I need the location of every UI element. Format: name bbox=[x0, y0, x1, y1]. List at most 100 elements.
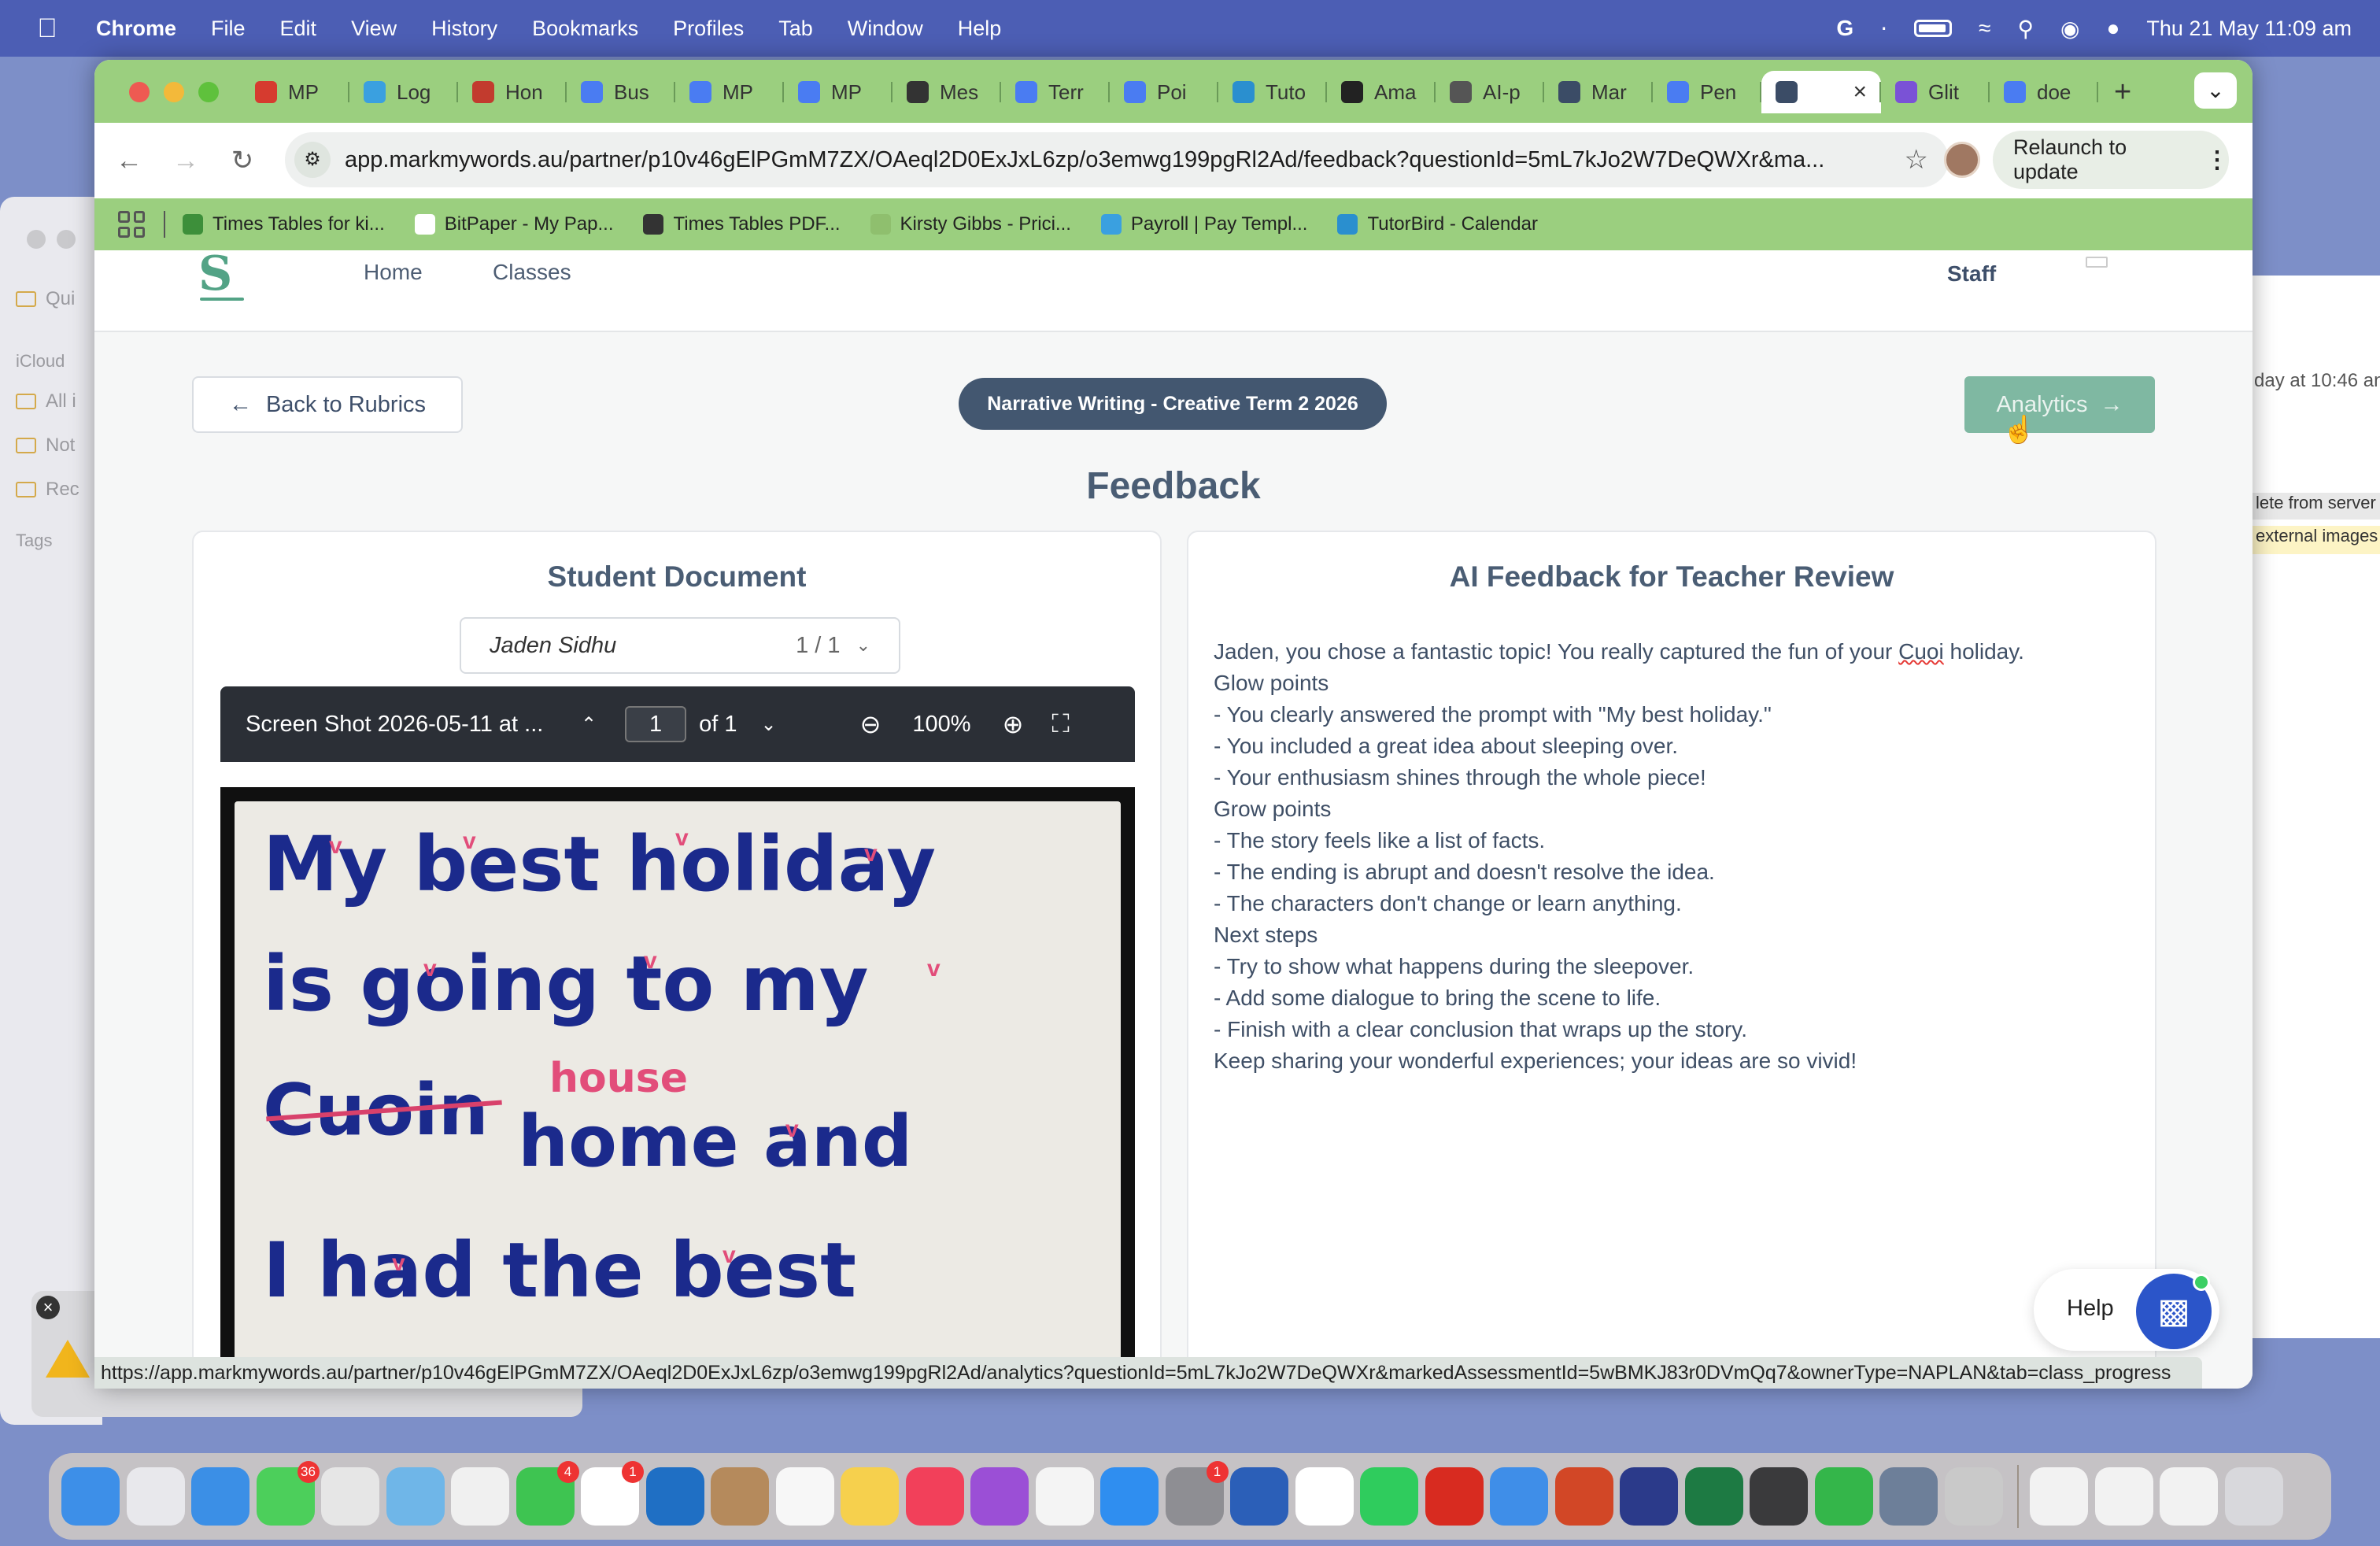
recent-window-1-icon[interactable] bbox=[2030, 1467, 2088, 1526]
menu-history[interactable]: History bbox=[431, 17, 497, 41]
recent-window-2-icon[interactable] bbox=[2094, 1467, 2153, 1526]
address-url[interactable]: app.markmywords.au/partner/p10v46gElPGmM… bbox=[345, 147, 1856, 173]
browser-tab[interactable]: Mar bbox=[1544, 71, 1653, 113]
app-store-icon[interactable] bbox=[1100, 1467, 1159, 1526]
zoom-in-icon[interactable]: ⊕ bbox=[1003, 709, 1024, 739]
preview-icon[interactable] bbox=[1879, 1467, 1938, 1526]
finder-icon[interactable] bbox=[61, 1467, 120, 1526]
whatsapp-icon[interactable] bbox=[1360, 1467, 1418, 1526]
calendar-icon[interactable]: 1 bbox=[581, 1461, 644, 1526]
bluetooth-icon[interactable]: ⋅ bbox=[1880, 16, 1887, 42]
ai-feedback-text[interactable]: Jaden, you chose a fantastic topic! You … bbox=[1214, 636, 2127, 1077]
menu-file[interactable]: File bbox=[211, 17, 246, 41]
menu-view[interactable]: View bbox=[351, 17, 397, 41]
user-avatar-broken-image[interactable] bbox=[2086, 257, 2108, 268]
nav-staff-link[interactable]: Staff bbox=[1947, 261, 1996, 287]
browser-tab[interactable]: Pen bbox=[1653, 71, 1761, 113]
battery-icon[interactable] bbox=[1914, 20, 1953, 37]
maps-icon[interactable] bbox=[386, 1467, 445, 1526]
new-tab-plus-icon[interactable]: + bbox=[2114, 76, 2131, 109]
menu-datetime[interactable]: Thu 21 May 11:09 am bbox=[2146, 17, 2352, 41]
notes-folder-notes[interactable]: Not bbox=[16, 435, 75, 457]
apple-icon[interactable]:  bbox=[30, 13, 65, 44]
pdf-document-area[interactable]: My best holiday is going to my Cuoin hou… bbox=[220, 762, 1135, 1389]
launchpad-icon[interactable] bbox=[126, 1467, 185, 1526]
google-calendar-icon[interactable] bbox=[1295, 1467, 1354, 1526]
menu-profiles[interactable]: Profiles bbox=[673, 17, 744, 41]
browser-tab[interactable]: Poi bbox=[1110, 71, 1218, 113]
notes-folder-all[interactable]: All i bbox=[16, 390, 76, 412]
menu-window[interactable]: Window bbox=[848, 17, 923, 41]
word-icon[interactable] bbox=[1230, 1467, 1288, 1526]
excel-icon[interactable] bbox=[1684, 1467, 1743, 1526]
bookmark-item[interactable]: Times Tables PDF... bbox=[643, 213, 841, 235]
wifi-icon[interactable]: ≈ bbox=[1979, 16, 1990, 41]
music-icon[interactable] bbox=[905, 1467, 964, 1526]
photos-icon[interactable] bbox=[451, 1467, 509, 1526]
trash-icon[interactable] bbox=[2224, 1467, 2283, 1526]
notes-icon[interactable] bbox=[841, 1467, 899, 1526]
podcasts-icon[interactable] bbox=[970, 1467, 1029, 1526]
nav-classes-link[interactable]: Classes bbox=[493, 260, 571, 285]
page-number-input[interactable]: 1 bbox=[625, 706, 687, 742]
browser-tab[interactable]: Hon bbox=[458, 71, 567, 113]
previous-page-chevron-icon[interactable]: ⌃ bbox=[581, 713, 597, 736]
analytics-button[interactable]: Analytics → bbox=[1964, 376, 2155, 433]
address-bar[interactable]: ⚙ app.markmywords.au/partner/p10v46gElPG… bbox=[285, 132, 1949, 187]
numbers-icon[interactable] bbox=[1814, 1467, 1873, 1526]
fullscreen-window-icon[interactable] bbox=[198, 82, 219, 102]
mail-icon[interactable] bbox=[1490, 1467, 1548, 1526]
browser-tab[interactable]: Tuto bbox=[1218, 71, 1327, 113]
nav-home-link[interactable]: Home bbox=[364, 260, 423, 285]
browser-tab[interactable]: Mes bbox=[893, 71, 1001, 113]
menu-edit[interactable]: Edit bbox=[280, 17, 317, 41]
grammarly-icon[interactable] bbox=[1620, 1467, 1678, 1526]
acrobat-icon[interactable] bbox=[1425, 1467, 1484, 1526]
bookmark-item[interactable]: Times Tables for ki... bbox=[183, 213, 385, 235]
bookmark-item[interactable]: TutorBird - Calendar bbox=[1337, 213, 1538, 235]
safari-icon[interactable] bbox=[191, 1467, 249, 1526]
system-settings-icon[interactable]: 1 bbox=[1165, 1461, 1229, 1526]
spelling-flagged-word[interactable]: Cuoi bbox=[1898, 639, 1944, 664]
spotlight-search-icon[interactable]: ⚲ bbox=[2017, 16, 2034, 42]
outlook-icon[interactable] bbox=[645, 1467, 704, 1526]
news-icon[interactable] bbox=[1035, 1467, 1094, 1526]
next-page-chevron-icon[interactable]: ⌄ bbox=[760, 713, 776, 736]
bookmark-item[interactable]: Kirsty Gibbs - Prici... bbox=[870, 213, 1071, 235]
student-selector-dropdown[interactable]: Jaden Sidhu 1 / 1 ⌄ bbox=[460, 617, 900, 674]
browser-tab[interactable]: Glit bbox=[1881, 71, 1990, 113]
reminders-icon[interactable] bbox=[775, 1467, 834, 1526]
reload-icon[interactable]: ↻ bbox=[214, 145, 271, 176]
browser-tab[interactable]: AI-p bbox=[1436, 71, 1544, 113]
profile-avatar[interactable] bbox=[1944, 142, 1980, 178]
app-logo[interactable]: S bbox=[198, 250, 245, 301]
menu-bookmarks[interactable]: Bookmarks bbox=[532, 17, 638, 41]
browser-tab-active[interactable]: × bbox=[1761, 71, 1881, 113]
bookmark-item[interactable]: Payroll | Pay Templ... bbox=[1100, 213, 1307, 235]
back-arrow-icon[interactable]: ← bbox=[101, 146, 157, 176]
browser-tab[interactable]: Log bbox=[349, 71, 458, 113]
browser-tab[interactable]: MP bbox=[784, 71, 893, 113]
contacts-icon[interactable] bbox=[711, 1467, 769, 1526]
menu-tab[interactable]: Tab bbox=[778, 17, 813, 41]
menu-help[interactable]: Help bbox=[958, 17, 1002, 41]
browser-tab[interactable]: doe bbox=[1990, 71, 2098, 113]
zoom-out-icon[interactable]: ⊖ bbox=[860, 709, 881, 739]
powerpoint-icon[interactable] bbox=[1554, 1467, 1613, 1526]
chrome-icon[interactable] bbox=[321, 1467, 379, 1526]
recent-window-3-icon[interactable] bbox=[2160, 1467, 2218, 1526]
fullscreen-icon[interactable]: ⛶ bbox=[1051, 709, 1069, 739]
site-info-icon[interactable]: ⚙ bbox=[294, 142, 331, 178]
forward-arrow-icon[interactable]: → bbox=[157, 146, 214, 176]
messages-icon[interactable]: 36 bbox=[256, 1461, 320, 1526]
browser-tab[interactable]: Terr bbox=[1001, 71, 1110, 113]
alert-close-icon[interactable]: × bbox=[36, 1296, 60, 1319]
bookmark-item[interactable]: BitPaper - My Pap... bbox=[414, 213, 613, 235]
menu-app-name[interactable]: Chrome bbox=[96, 17, 176, 41]
browser-tab[interactable]: MP bbox=[241, 71, 349, 113]
close-window-icon[interactable] bbox=[129, 82, 150, 102]
browser-tab[interactable]: Bus bbox=[567, 71, 675, 113]
back-to-rubrics-button[interactable]: ← Back to Rubrics bbox=[192, 376, 463, 433]
tab-search-chevron-icon[interactable]: ⌄ bbox=[2194, 72, 2237, 109]
close-tab-icon[interactable]: × bbox=[1853, 79, 1867, 105]
